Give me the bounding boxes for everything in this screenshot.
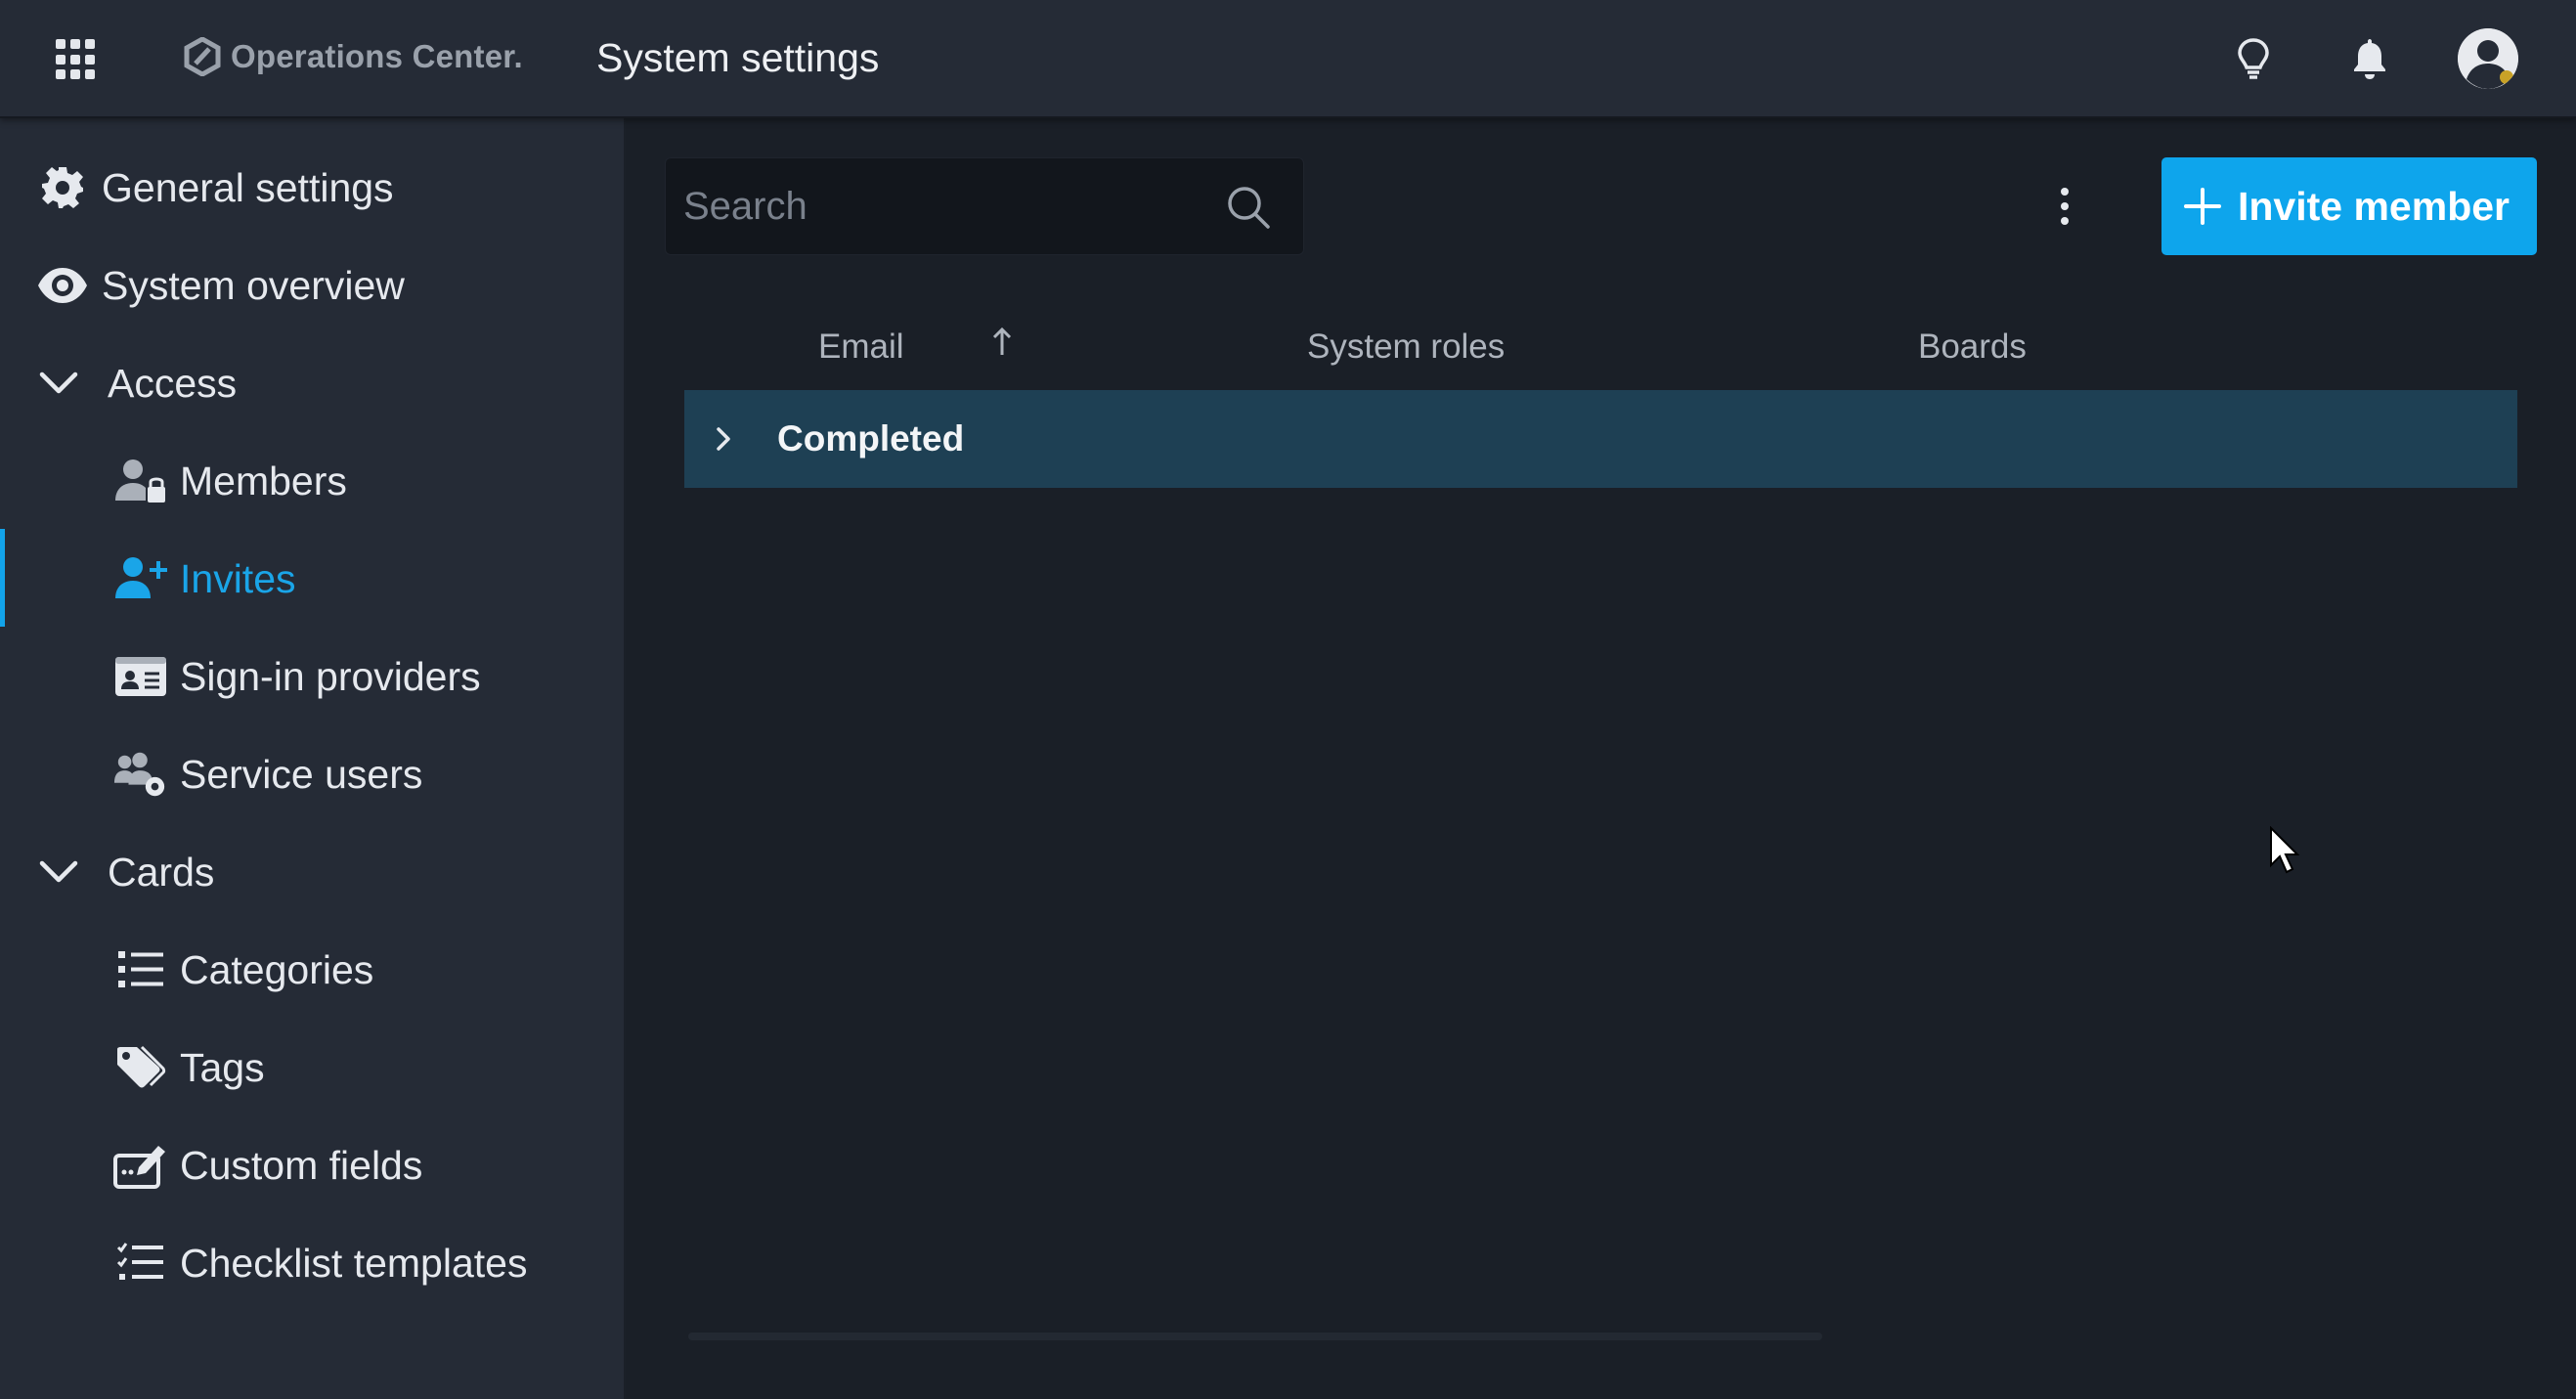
table-header: Email System roles Boards Bo <box>684 314 2517 390</box>
sidebar-item-sign-in-providers[interactable]: Sign-in providers <box>0 628 626 725</box>
horizontal-scrollbar[interactable] <box>688 1333 1822 1340</box>
column-header-system-roles[interactable]: System roles <box>1307 328 1505 367</box>
sidebar-item-members[interactable]: Members <box>0 432 626 530</box>
tags-icon <box>113 1040 168 1095</box>
gear-icon <box>35 160 90 215</box>
user-avatar[interactable] <box>2458 28 2518 89</box>
invite-member-button[interactable]: Invite member <box>2161 157 2537 255</box>
column-header-email[interactable]: Email <box>818 328 904 367</box>
plus-icon <box>2184 188 2221 225</box>
search-icon[interactable] <box>1225 184 1272 231</box>
group-row-completed[interactable]: Completed <box>684 390 2517 488</box>
eye-icon <box>35 258 90 313</box>
bell-icon[interactable] <box>2343 32 2396 85</box>
sidebar-item-label: System overview <box>102 262 405 308</box>
mouse-cursor-icon <box>2270 826 2300 874</box>
sidebar-group-access[interactable]: Access <box>0 334 626 432</box>
page-title: System settings <box>596 35 880 80</box>
sidebar-group-label: Access <box>108 360 238 406</box>
sidebar-item-label: Custom fields <box>180 1142 423 1188</box>
invite-member-label: Invite member <box>2238 184 2510 229</box>
chevron-down-icon <box>31 356 86 411</box>
more-options-icon[interactable] <box>2050 179 2079 234</box>
sidebar-item-label: Categories <box>180 946 374 992</box>
sidebar-item-checklist-templates[interactable]: Checklist templates <box>0 1214 626 1312</box>
top-bar: Operations Center. System settings <box>0 0 2576 118</box>
column-header-boards[interactable]: Boards <box>1918 328 2027 367</box>
sidebar-item-label: Service users <box>180 751 423 797</box>
main-content: Invite member Email System roles Boards … <box>628 118 2576 1399</box>
sidebar: General settings System overview Access <box>0 118 626 1399</box>
id-card-icon <box>113 649 168 704</box>
sidebar-item-custom-fields[interactable]: Custom fields <box>0 1116 626 1214</box>
sidebar-item-label: Members <box>180 458 347 503</box>
sidebar-item-invites[interactable]: Invites <box>0 530 626 628</box>
brand-logo[interactable]: Operations Center. <box>184 37 523 76</box>
sidebar-item-service-users[interactable]: Service users <box>0 725 626 823</box>
sidebar-item-general-settings[interactable]: General settings <box>0 139 626 237</box>
brand-mark-icon <box>184 37 221 76</box>
chevron-right-icon[interactable] <box>714 425 735 453</box>
sidebar-item-system-overview[interactable]: System overview <box>0 237 626 334</box>
sidebar-item-label: Tags <box>180 1044 265 1090</box>
list-check-icon <box>113 1236 168 1290</box>
brand-name: Operations Center. <box>231 38 523 74</box>
sidebar-item-categories[interactable]: Categories <box>0 921 626 1019</box>
chevron-down-icon <box>31 845 86 899</box>
user-plus-icon <box>113 551 168 606</box>
sidebar-item-label: Sign-in providers <box>180 653 481 699</box>
sidebar-item-tags[interactable]: Tags <box>0 1019 626 1116</box>
sidebar-item-label: Checklist templates <box>180 1240 528 1286</box>
sidebar-item-label: General settings <box>102 164 394 210</box>
pen-field-icon <box>113 1138 168 1193</box>
user-lock-icon <box>113 454 168 508</box>
users-gear-icon <box>113 747 168 802</box>
search-input[interactable] <box>683 158 1211 254</box>
lightbulb-icon[interactable] <box>2227 32 2280 85</box>
sidebar-group-label: Cards <box>108 849 215 895</box>
app-launcher-icon[interactable] <box>56 39 97 80</box>
list-icon <box>113 942 168 997</box>
sidebar-item-label: Invites <box>180 555 296 601</box>
group-label: Completed <box>777 418 965 459</box>
search-box[interactable] <box>665 157 1304 255</box>
sidebar-group-cards[interactable]: Cards <box>0 823 626 921</box>
sort-ascending-icon[interactable] <box>990 326 1014 361</box>
